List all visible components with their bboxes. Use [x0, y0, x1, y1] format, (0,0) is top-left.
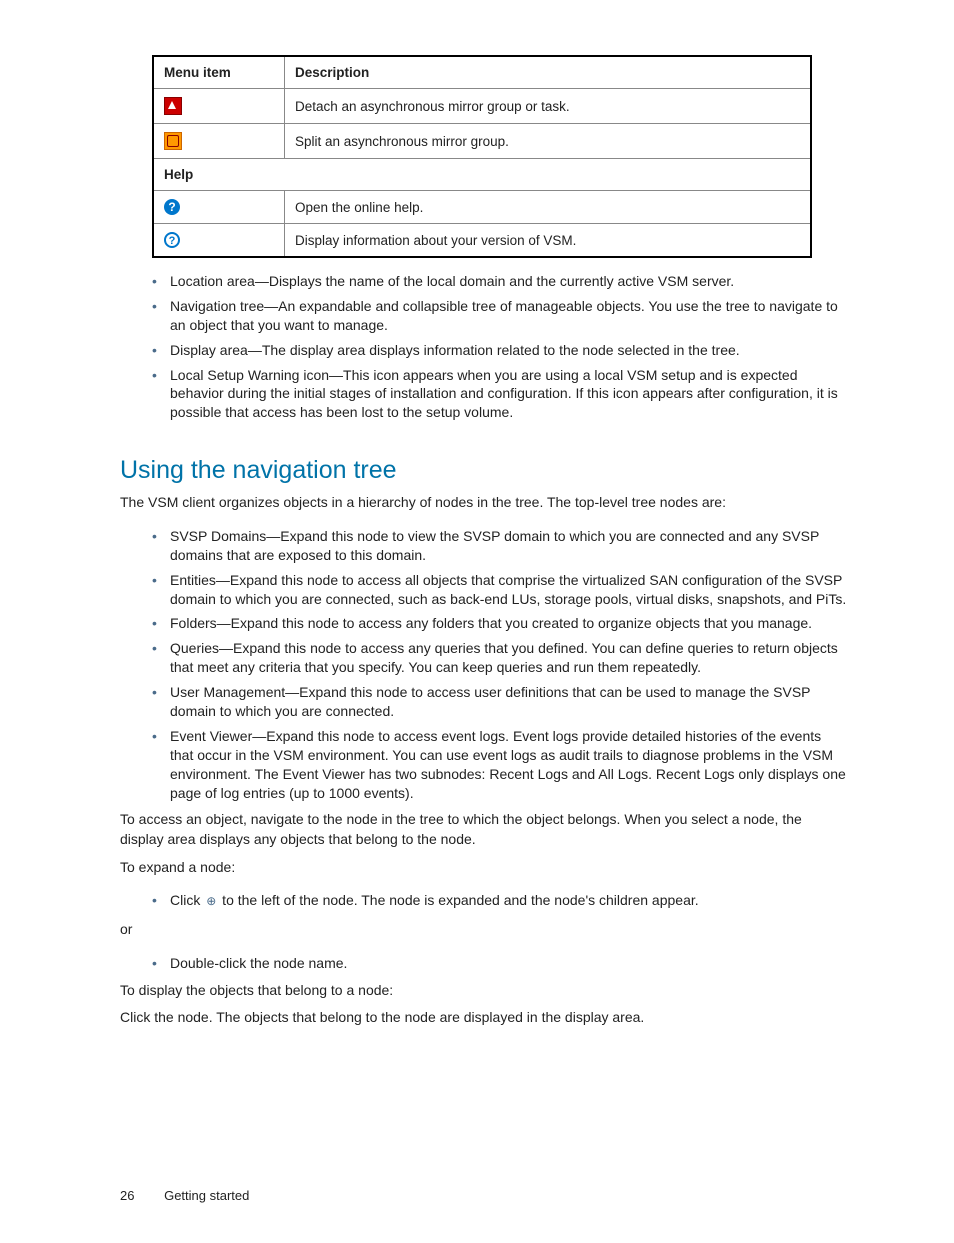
display-intro: To display the objects that belong to a …	[120, 981, 848, 1001]
list-item: Entities—Expand this node to access all …	[152, 571, 848, 609]
about-icon	[164, 232, 180, 248]
list-item: Display area—The display area displays i…	[152, 341, 848, 360]
expand-node-icon: ⊕	[204, 894, 218, 908]
page-footer: 26 Getting started	[120, 1188, 848, 1203]
list-item: SVSP Domains—Expand this node to view th…	[152, 527, 848, 565]
expand-intro: To expand a node:	[120, 858, 848, 878]
expand-steps-list: Click ⊕ to the left of the node. The nod…	[120, 891, 848, 910]
list-item: Click ⊕ to the left of the node. The nod…	[152, 891, 848, 910]
table-cell: Open the online help.	[285, 191, 812, 224]
list-item: Double-click the node name.	[152, 954, 848, 973]
expand-steps-list-2: Double-click the node name.	[120, 954, 848, 973]
table-cell: Detach an asynchronous mirror group or t…	[285, 89, 812, 124]
list-item: Queries—Expand this node to access any q…	[152, 639, 848, 677]
table-row: Display information about your version o…	[153, 224, 811, 258]
interface-areas-list: Location area—Displays the name of the l…	[120, 272, 848, 422]
or-text: or	[120, 920, 848, 940]
help-icon	[164, 199, 180, 215]
list-item: Location area—Displays the name of the l…	[152, 272, 848, 291]
section-heading: Using the navigation tree	[120, 456, 848, 485]
list-item: Local Setup Warning icon—This icon appea…	[152, 366, 848, 423]
table-cell: Split an asynchronous mirror group.	[285, 124, 812, 159]
footer-section: Getting started	[164, 1188, 249, 1203]
list-item: Event Viewer—Expand this node to access …	[152, 727, 848, 803]
table-section-label: Help	[153, 159, 811, 191]
access-paragraph: To access an object, navigate to the nod…	[120, 810, 848, 849]
table-row: Detach an asynchronous mirror group or t…	[153, 89, 811, 124]
click-text-after: to the left of the node. The node is exp…	[218, 892, 698, 908]
detach-icon	[164, 97, 182, 115]
split-icon	[164, 132, 182, 150]
intro-paragraph: The VSM client organizes objects in a hi…	[120, 493, 848, 513]
list-item: Navigation tree—An expandable and collap…	[152, 297, 848, 335]
table-header-description: Description	[285, 56, 812, 89]
click-text-before: Click	[170, 892, 204, 908]
page-number: 26	[120, 1188, 134, 1203]
click-node-paragraph: Click the node. The objects that belong …	[120, 1008, 848, 1028]
tree-nodes-list: SVSP Domains—Expand this node to view th…	[120, 527, 848, 803]
table-row: Open the online help.	[153, 191, 811, 224]
table-header-menu-item: Menu item	[153, 56, 285, 89]
list-item: User Management—Expand this node to acce…	[152, 683, 848, 721]
table-cell: Display information about your version o…	[285, 224, 812, 258]
table-row: Split an asynchronous mirror group.	[153, 124, 811, 159]
menu-item-table: Menu item Description Detach an asynchro…	[152, 55, 812, 258]
table-section-help: Help	[153, 159, 811, 191]
list-item: Folders—Expand this node to access any f…	[152, 614, 848, 633]
